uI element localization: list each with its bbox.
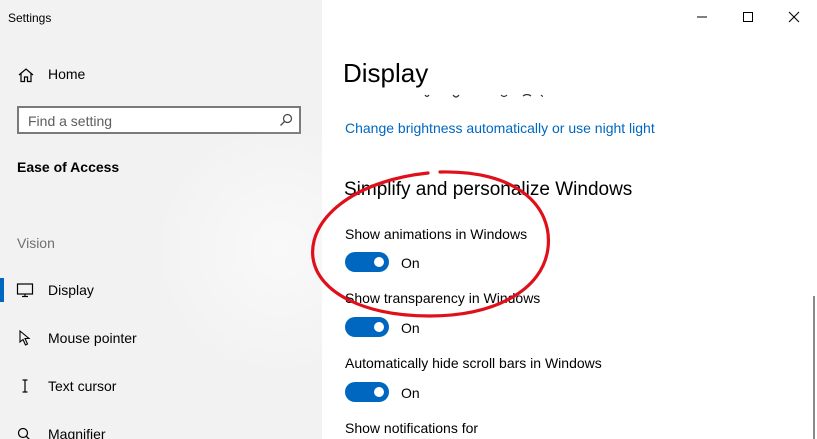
sidebar-item-label: Mouse pointer <box>48 330 137 346</box>
setting-label-animations: Show animations in Windows <box>345 226 528 242</box>
section-heading-simplify: Simplify and personalize Windows <box>344 179 633 200</box>
sidebar-item-label: Text cursor <box>48 378 117 394</box>
group-label-vision: Vision <box>17 235 55 251</box>
monitor-icon <box>16 283 34 298</box>
toggle-state-label: On <box>401 320 420 336</box>
setting-label-scrollbars: Automatically hide scroll bars in Window… <box>345 355 602 371</box>
sidebar: Settings Home Ease of Access Vision Disp… <box>0 0 322 439</box>
minimize-button[interactable] <box>679 0 725 34</box>
clipped-text-glyphs <box>424 94 543 98</box>
animations-toggle[interactable] <box>345 252 389 272</box>
home-nav-item[interactable]: Home <box>0 60 322 90</box>
section-heading: Ease of Access <box>17 159 120 175</box>
selection-indicator <box>0 278 4 302</box>
magnifier-icon <box>17 427 30 439</box>
maximize-icon <box>743 12 753 22</box>
sidebar-item-label: Magnifier <box>48 426 106 439</box>
transparency-toggle[interactable] <box>345 317 389 337</box>
setting-label-notifications: Show notifications for <box>345 420 479 436</box>
setting-label-transparency: Show transparency in Windows <box>345 290 541 306</box>
scrollbar[interactable] <box>813 296 815 439</box>
maximize-button[interactable] <box>725 0 771 34</box>
app-title: Settings <box>8 11 52 25</box>
search-box[interactable] <box>17 106 301 134</box>
home-label: Home <box>48 66 86 82</box>
toggle-state-label: On <box>401 255 420 271</box>
home-icon <box>18 68 34 83</box>
sidebar-item-mouse-pointer[interactable]: Mouse pointer <box>0 318 322 358</box>
toggle-state-label: On <box>401 385 420 401</box>
brightness-link[interactable]: Change brightness automatically or use n… <box>345 120 655 136</box>
scrollbars-toggle[interactable] <box>345 382 389 402</box>
minimize-icon <box>697 16 707 18</box>
toggle-knob <box>374 387 384 397</box>
sidebar-item-magnifier[interactable]: Magnifier <box>0 414 322 439</box>
toggle-knob <box>374 322 384 332</box>
search-input[interactable] <box>28 112 268 130</box>
toggle-knob <box>374 257 384 267</box>
main-content: Display Change brightness automatically … <box>322 0 817 439</box>
close-icon <box>788 11 800 23</box>
sidebar-item-label: Display <box>48 282 94 298</box>
window-controls <box>679 0 817 34</box>
search-icon[interactable] <box>279 113 293 127</box>
text-cursor-icon <box>22 379 28 393</box>
mouse-pointer-icon <box>19 329 31 346</box>
sidebar-item-display[interactable]: Display <box>0 270 322 310</box>
clipped-text-fragment <box>343 84 543 98</box>
close-button[interactable] <box>771 0 817 34</box>
sidebar-item-text-cursor[interactable]: Text cursor <box>0 366 322 406</box>
